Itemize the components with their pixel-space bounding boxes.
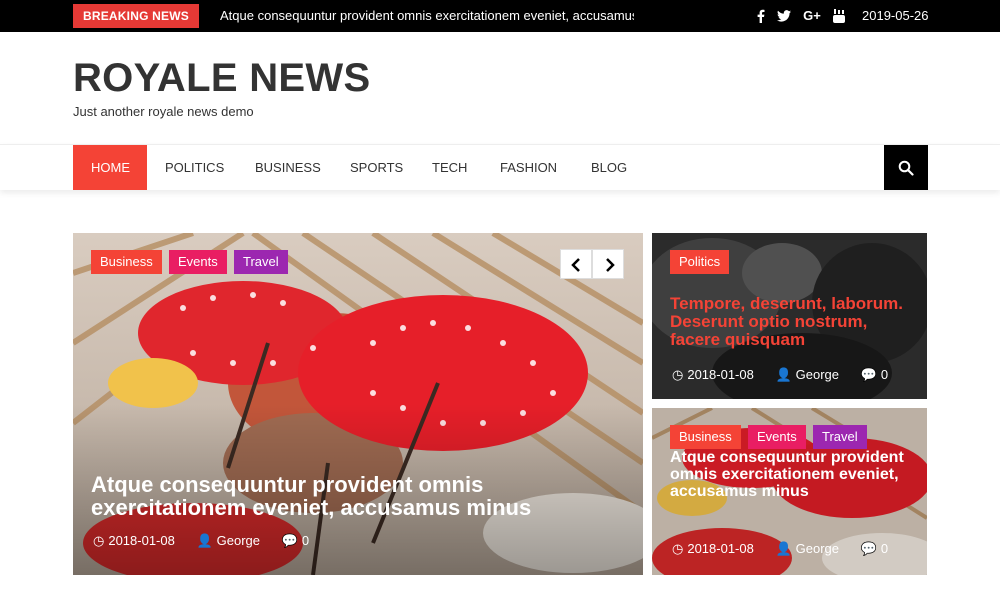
featured-story-meta: ◷ 2018-01-08 👤 George 💬 0	[93, 533, 327, 549]
slider-next-button[interactable]	[592, 249, 624, 279]
side-story-card-2[interactable]: Business Events Travel Atque consequuntu…	[652, 408, 927, 575]
breaking-news-label: BREAKING NEWS	[73, 4, 199, 28]
side-story-title-2[interactable]: Atque consequuntur provident omnis exerc…	[670, 449, 910, 500]
chevron-right-icon	[606, 258, 615, 272]
story-author[interactable]: George	[217, 533, 260, 548]
comment-icon: 💬	[281, 533, 298, 548]
tag-travel[interactable]: Travel	[813, 425, 867, 449]
twitter-icon[interactable]	[776, 0, 792, 32]
facebook-icon[interactable]	[754, 0, 768, 32]
tag-politics[interactable]: Politics	[670, 250, 730, 274]
featured-story-card[interactable]: Business Events Travel Atque consequuntu…	[73, 233, 643, 575]
nav-fashion[interactable]: FASHION	[500, 145, 557, 190]
site-logo[interactable]: ROYALE NEWS	[73, 56, 370, 100]
user-icon: 👤	[775, 367, 792, 382]
user-icon: 👤	[775, 541, 792, 556]
nav-tech[interactable]: TECH	[432, 145, 467, 190]
story-comments[interactable]: 0	[881, 367, 888, 382]
tag-events[interactable]: Events	[748, 425, 806, 449]
main-navigation: HOME POLITICS BUSINESS SPORTS TECH FASHI…	[0, 144, 1000, 190]
chevron-left-icon	[571, 258, 580, 272]
clock-icon: ◷	[672, 367, 684, 382]
nav-home[interactable]: HOME	[73, 145, 147, 190]
story-date: 2018-01-08	[687, 541, 754, 556]
clock-icon: ◷	[672, 541, 684, 556]
youtube-icon[interactable]	[832, 0, 846, 32]
story-author[interactable]: George	[796, 367, 839, 382]
story-date: 2018-01-08	[687, 367, 754, 382]
comment-icon: 💬	[860, 541, 877, 556]
tag-events[interactable]: Events	[169, 250, 227, 274]
slider-prev-button[interactable]	[560, 249, 592, 279]
user-icon: 👤	[196, 533, 213, 548]
featured-story-image	[73, 233, 643, 575]
nav-politics[interactable]: POLITICS	[165, 145, 224, 190]
side-story-meta-2: ◷ 2018-01-08 👤 George 💬 0	[672, 541, 906, 557]
clock-icon: ◷	[93, 533, 105, 548]
tag-business[interactable]: Business	[670, 425, 741, 449]
breaking-news-ticker[interactable]: Atque consequuntur provident omnis exerc…	[220, 0, 634, 32]
side-story-card-1[interactable]: Politics Tempore, deserunt, laborum. Des…	[652, 233, 927, 399]
site-tagline: Just another royale news demo	[73, 104, 254, 119]
search-icon	[898, 160, 914, 176]
story-comments[interactable]: 0	[302, 533, 309, 548]
featured-story-title[interactable]: Atque consequuntur provident omnis exerc…	[91, 473, 631, 519]
top-bar: BREAKING NEWS Atque consequuntur provide…	[0, 0, 1000, 32]
nav-blog[interactable]: BLOG	[591, 145, 627, 190]
side-story-title-1[interactable]: Tempore, deserunt, laborum. Deserunt opt…	[670, 295, 915, 349]
story-author[interactable]: George	[796, 541, 839, 556]
current-date: 2019-05-26	[862, 8, 929, 23]
story-date: 2018-01-08	[108, 533, 175, 548]
tag-travel[interactable]: Travel	[234, 250, 288, 274]
tag-business[interactable]: Business	[91, 250, 162, 274]
search-button[interactable]	[884, 145, 928, 190]
nav-sports[interactable]: SPORTS	[350, 145, 403, 190]
nav-business[interactable]: BUSINESS	[255, 145, 321, 190]
google-plus-icon[interactable]: G+	[801, 0, 823, 32]
story-comments[interactable]: 0	[881, 541, 888, 556]
comment-icon: 💬	[860, 367, 877, 382]
side-story-meta-1: ◷ 2018-01-08 👤 George 💬 0	[672, 367, 906, 383]
